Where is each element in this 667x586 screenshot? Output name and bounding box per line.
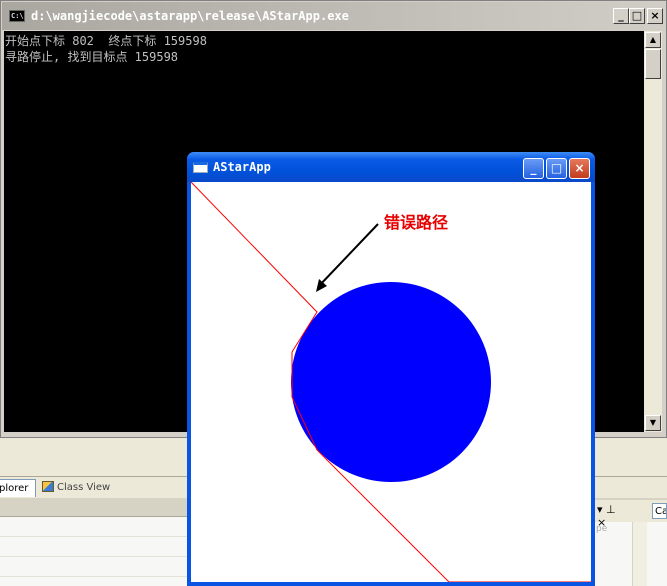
pathfinding-drawing: 错误路径 (191, 182, 591, 582)
astar-minimize-button[interactable]: _ (523, 158, 544, 179)
ide-pane-row (0, 536, 190, 537)
annotation-arrow-head-icon (316, 279, 327, 292)
console-minimize-button[interactable]: _ (613, 8, 629, 24)
command-prompt-icon[interactable]: C:\ (9, 10, 25, 22)
astar-canvas[interactable]: 错误路径 (191, 182, 591, 582)
error-path-label: 错误路径 (384, 213, 448, 232)
properties-category-button[interactable]: Ca (652, 503, 667, 519)
console-line: 开始点下标 802 终点下标 159598 (5, 34, 207, 48)
astar-title-bar[interactable]: AStarApp _ □ × (187, 152, 595, 182)
tab-class-view[interactable]: Class View (38, 479, 188, 497)
console-title: d:\wangjiecode\astarapp\release\AStarApp… (31, 9, 349, 23)
ide-pane-row (0, 576, 190, 577)
console-maximize-button[interactable]: □ (629, 8, 645, 24)
ide-pane-row (0, 556, 190, 557)
properties-scrollbar[interactable] (632, 522, 647, 586)
scroll-up-arrow-icon[interactable]: ▲ (645, 32, 661, 48)
astar-close-button[interactable]: × (569, 158, 590, 179)
obstacle-circle (291, 282, 491, 482)
astar-app-window[interactable]: AStarApp _ □ × 错误路径 (187, 152, 595, 586)
console-title-bar[interactable]: C:\ d:\wangjiecode\astarapp\release\ASta… (2, 2, 665, 30)
class-view-icon (42, 481, 54, 492)
tab-solution-explorer[interactable]: plorer (0, 479, 36, 497)
astar-maximize-button[interactable]: □ (546, 158, 567, 179)
properties-type-label: pe (596, 524, 608, 534)
console-scrollbar[interactable]: ▲ ▼ (644, 31, 662, 432)
window-app-icon[interactable] (193, 162, 208, 173)
console-line: 寻路停止, 找到目标点 159598 (5, 50, 179, 64)
astar-window-title: AStarApp (213, 160, 271, 174)
tab-solution-explorer-label: plorer (0, 483, 29, 494)
scroll-down-arrow-icon[interactable]: ▼ (645, 415, 661, 431)
scroll-thumb[interactable] (645, 49, 661, 79)
console-close-button[interactable]: × (647, 8, 663, 24)
tab-class-view-label: Class View (57, 482, 111, 493)
annotation-arrow-shaft (317, 223, 379, 288)
